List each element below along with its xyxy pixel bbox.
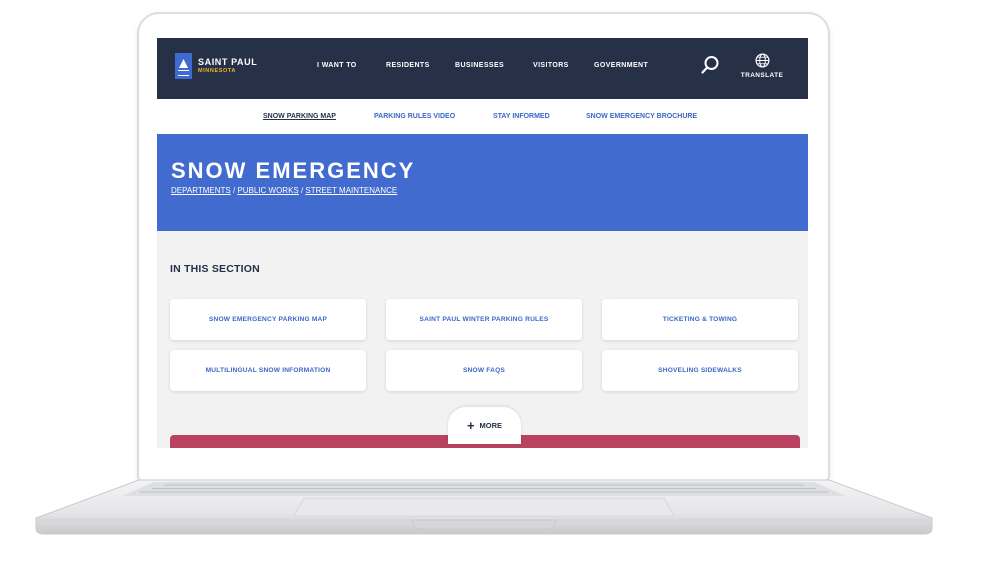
nav-businesses[interactable]: BUSINESSES [455, 62, 504, 74]
logo-name: SAINT PAUL [198, 56, 258, 67]
translate-label: TRANSLATE [740, 72, 784, 79]
city-logo-icon [175, 53, 192, 79]
card-snow-faqs[interactable]: SNOW FAQS [386, 350, 582, 391]
more-button[interactable]: + MORE [448, 407, 521, 444]
site-logo[interactable]: SAINT PAUL MINNESOTA [175, 53, 257, 79]
card-ticketing-towing[interactable]: TICKETING & TOWING [602, 299, 798, 340]
search-icon[interactable] [700, 55, 720, 75]
browser-screen: SAINT PAUL MINNESOTA I WANT TO RESIDENTS… [157, 38, 808, 448]
subnav-snow-parking-map[interactable]: SNOW PARKING MAP [263, 113, 336, 120]
card-snow-emergency-parking-map[interactable]: SNOW EMERGENCY PARKING MAP [170, 299, 366, 340]
globe-icon [755, 53, 769, 68]
more-label: MORE [479, 421, 503, 430]
breadcrumb-departments[interactable]: DEPARTMENTS [171, 186, 231, 195]
hero-banner: SNOW EMERGENCY DEPARTMENTS / PUBLIC WORK… [157, 134, 808, 231]
breadcrumb-street-maintenance[interactable]: STREET MAINTENANCE [305, 186, 397, 195]
nav-visitors[interactable]: VISITORS [533, 62, 569, 74]
breadcrumb: DEPARTMENTS / PUBLIC WORKS / STREET MAIN… [171, 186, 397, 195]
logo-subtitle: MINNESOTA [198, 67, 236, 74]
laptop-base [35, 479, 933, 535]
subnav-snow-emergency-brochure[interactable]: SNOW EMERGENCY BROCHURE [586, 113, 697, 120]
laptop-mockup: SAINT PAUL MINNESOTA I WANT TO RESIDENTS… [0, 0, 994, 570]
breadcrumb-public-works[interactable]: PUBLIC WORKS [237, 186, 298, 195]
sub-navigation: SNOW PARKING MAP PARKING RULES VIDEO STA… [157, 99, 808, 134]
page-title: SNOW EMERGENCY [171, 158, 416, 183]
card-multilingual-snow-information[interactable]: MULTILINGUAL SNOW INFORMATION [170, 350, 366, 391]
subnav-parking-rules-video[interactable]: PARKING RULES VIDEO [374, 113, 455, 120]
translate-button[interactable]: TRANSLATE [737, 53, 787, 79]
site-header: SAINT PAUL MINNESOTA I WANT TO RESIDENTS… [157, 38, 808, 99]
plus-icon: + [466, 418, 475, 433]
nav-government[interactable]: GOVERNMENT [594, 62, 648, 74]
nav-residents[interactable]: RESIDENTS [386, 62, 430, 74]
card-shoveling-sidewalks[interactable]: SHOVELING SIDEWALKS [602, 350, 798, 391]
card-winter-parking-rules[interactable]: SAINT PAUL WINTER PARKING RULES [386, 299, 582, 340]
subnav-stay-informed[interactable]: STAY INFORMED [493, 113, 550, 120]
nav-i-want-to[interactable]: I WANT TO [317, 62, 357, 74]
section-heading: IN THIS SECTION [170, 263, 260, 275]
